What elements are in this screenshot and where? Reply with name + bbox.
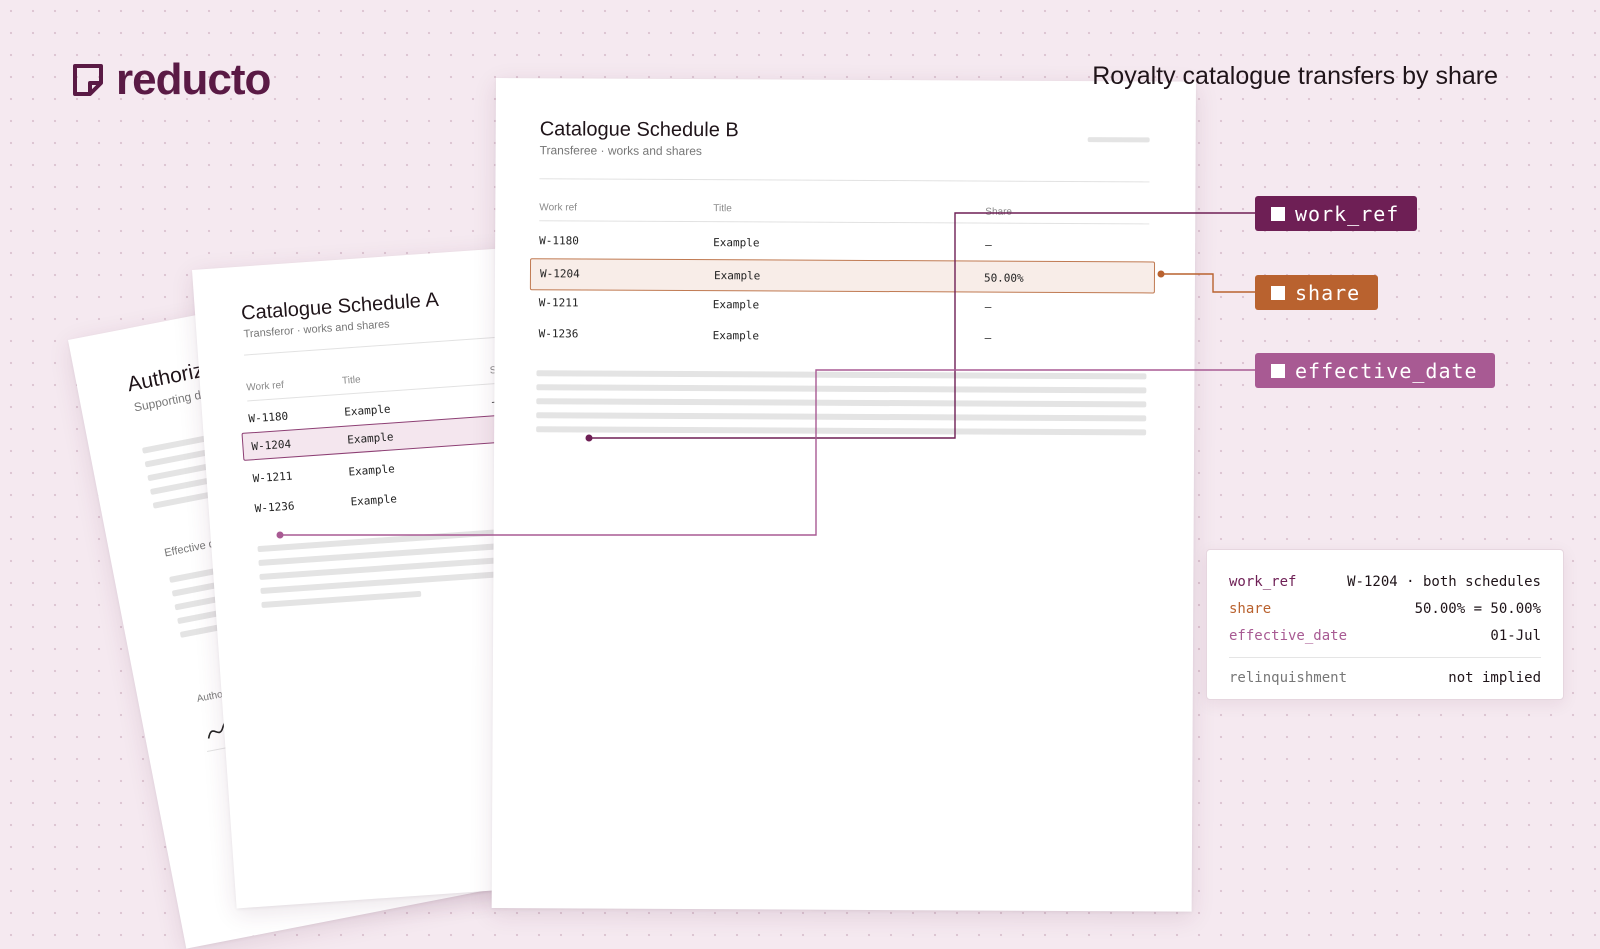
- row-title: Example: [348, 462, 396, 479]
- field-tag-label: effective_date: [1295, 358, 1478, 383]
- column-header-work-ref: Work ref: [245, 379, 285, 394]
- text-placeholder: [536, 384, 1147, 394]
- divider: [539, 178, 1150, 183]
- row-work-ref: W-1204: [251, 437, 292, 454]
- sheet-title: Catalogue Schedule B: [539, 118, 739, 142]
- table-row: W-1211 Example –: [496, 78, 1196, 313]
- summary-value: 50.00% = 50.00%: [1414, 600, 1541, 617]
- row-title: Example: [350, 492, 398, 509]
- summary-divider: [1229, 657, 1541, 658]
- row-title: Example: [346, 430, 394, 447]
- sheet-title: Catalogue Schedule A: [240, 288, 440, 325]
- field-tag-icon: [1271, 285, 1285, 300]
- column-header-title: Title: [341, 374, 361, 387]
- column-header-work-ref: Work ref: [539, 202, 577, 214]
- row-title: Example: [713, 269, 761, 283]
- summary-key: work_ref: [1229, 573, 1297, 590]
- field-tag-work-ref[interactable]: work_ref: [1255, 196, 1417, 231]
- summary-value: W-1204 · both schedules: [1347, 573, 1541, 590]
- column-header-share: Share: [985, 206, 1013, 218]
- header-rule: [539, 220, 1150, 225]
- text-placeholder: [536, 370, 1147, 380]
- field-tag-label: work_ref: [1295, 201, 1400, 226]
- summary-row-effective-date: effective_date 01-Jul: [1229, 622, 1541, 649]
- table-row-highlighted: W-1204 Example 50.00%: [529, 258, 1156, 294]
- text-placeholder: [536, 398, 1147, 408]
- row-work-ref: W-1236: [254, 499, 295, 516]
- row-title: Example: [712, 329, 760, 343]
- row-share: –: [985, 238, 992, 252]
- summary-row-relinquishment: relinquishment not implied: [1229, 664, 1541, 691]
- row-work-ref: W-1204: [539, 267, 580, 281]
- summary-value: 01-Jul: [1490, 627, 1541, 644]
- row-work-ref: W-1211: [538, 296, 579, 310]
- text-placeholder: [261, 590, 422, 608]
- row-title: Example: [713, 236, 760, 250]
- row-work-ref: W-1211: [252, 469, 293, 486]
- summary-value: not implied: [1448, 669, 1541, 686]
- row-title: Example: [343, 402, 391, 419]
- summary-key: relinquishment: [1229, 669, 1348, 686]
- sheet-subtitle: Transferee · works and shares: [539, 143, 702, 159]
- field-tag-effective-date[interactable]: effective_date: [1255, 353, 1495, 388]
- summary-row-work-ref: work_ref W-1204 · both schedules: [1229, 568, 1541, 595]
- text-placeholder: [536, 412, 1147, 422]
- catalogue-schedule-b-sheet: Catalogue Schedule B Transferee · works …: [491, 78, 1196, 912]
- extraction-summary-card: work_ref W-1204 · both schedules share 5…: [1206, 549, 1564, 700]
- summary-row-share: share 50.00% = 50.00%: [1229, 595, 1541, 622]
- row-share-value: 50.00%: [983, 271, 1024, 285]
- brand: reducto: [72, 55, 271, 104]
- row-work-ref: W-1180: [248, 409, 289, 426]
- summary-key: share: [1229, 600, 1272, 617]
- field-tag-share[interactable]: share: [1255, 275, 1378, 310]
- header-placeholder: [1087, 137, 1150, 143]
- reducto-logo-icon: [73, 64, 103, 96]
- text-placeholder: [536, 426, 1147, 436]
- row-share: –: [984, 331, 992, 345]
- field-tag-icon: [1271, 363, 1285, 378]
- column-header-title: Title: [713, 203, 732, 215]
- brand-name: reducto: [116, 55, 271, 104]
- table-row: W-1236 Example –: [496, 78, 1196, 344]
- summary-key: effective_date: [1229, 627, 1348, 644]
- row-work-ref: W-1180: [539, 234, 579, 248]
- row-work-ref: W-1236: [538, 327, 579, 341]
- field-tag-label: share: [1295, 280, 1361, 305]
- field-tag-icon: [1271, 206, 1285, 221]
- row-share: –: [984, 300, 992, 314]
- row-title: Example: [712, 298, 760, 312]
- table-row: W-1180 Example –: [496, 78, 1196, 251]
- page-headline: Royalty catalogue transfers by share: [1092, 62, 1498, 90]
